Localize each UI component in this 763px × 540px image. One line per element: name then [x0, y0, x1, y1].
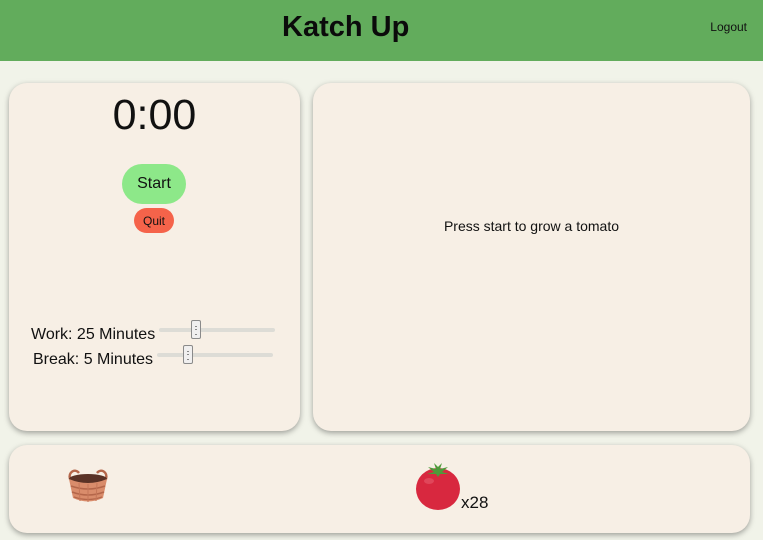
timer-panel: 0:00 Start Quit Work: 25 Minutes Break: … — [9, 83, 300, 431]
work-duration-label: Work: 25 Minutes — [31, 326, 156, 343]
start-button[interactable]: Start — [122, 164, 186, 204]
top-bar: Katch Up Logout — [0, 0, 763, 61]
tomato-count: x28 — [461, 493, 489, 512]
basket-panel: x28 — [9, 445, 750, 533]
tomato-display-panel: Press start to grow a tomato — [313, 83, 750, 431]
app-title: Katch Up — [282, 11, 410, 43]
logout-link[interactable]: Logout — [710, 20, 747, 34]
basket-icon — [68, 469, 108, 502]
tomato-icon — [416, 463, 460, 510]
break-slider-thumb[interactable] — [183, 345, 193, 364]
break-duration-slider[interactable] — [157, 345, 273, 364]
break-duration-label: Break: 5 Minutes — [33, 351, 154, 368]
quit-button[interactable]: Quit — [134, 208, 174, 233]
timer-display: 0:00 — [112, 91, 197, 139]
status-message: Press start to grow a tomato — [443, 218, 620, 234]
work-slider-thumb[interactable] — [191, 320, 201, 339]
work-duration-slider[interactable] — [159, 320, 275, 339]
